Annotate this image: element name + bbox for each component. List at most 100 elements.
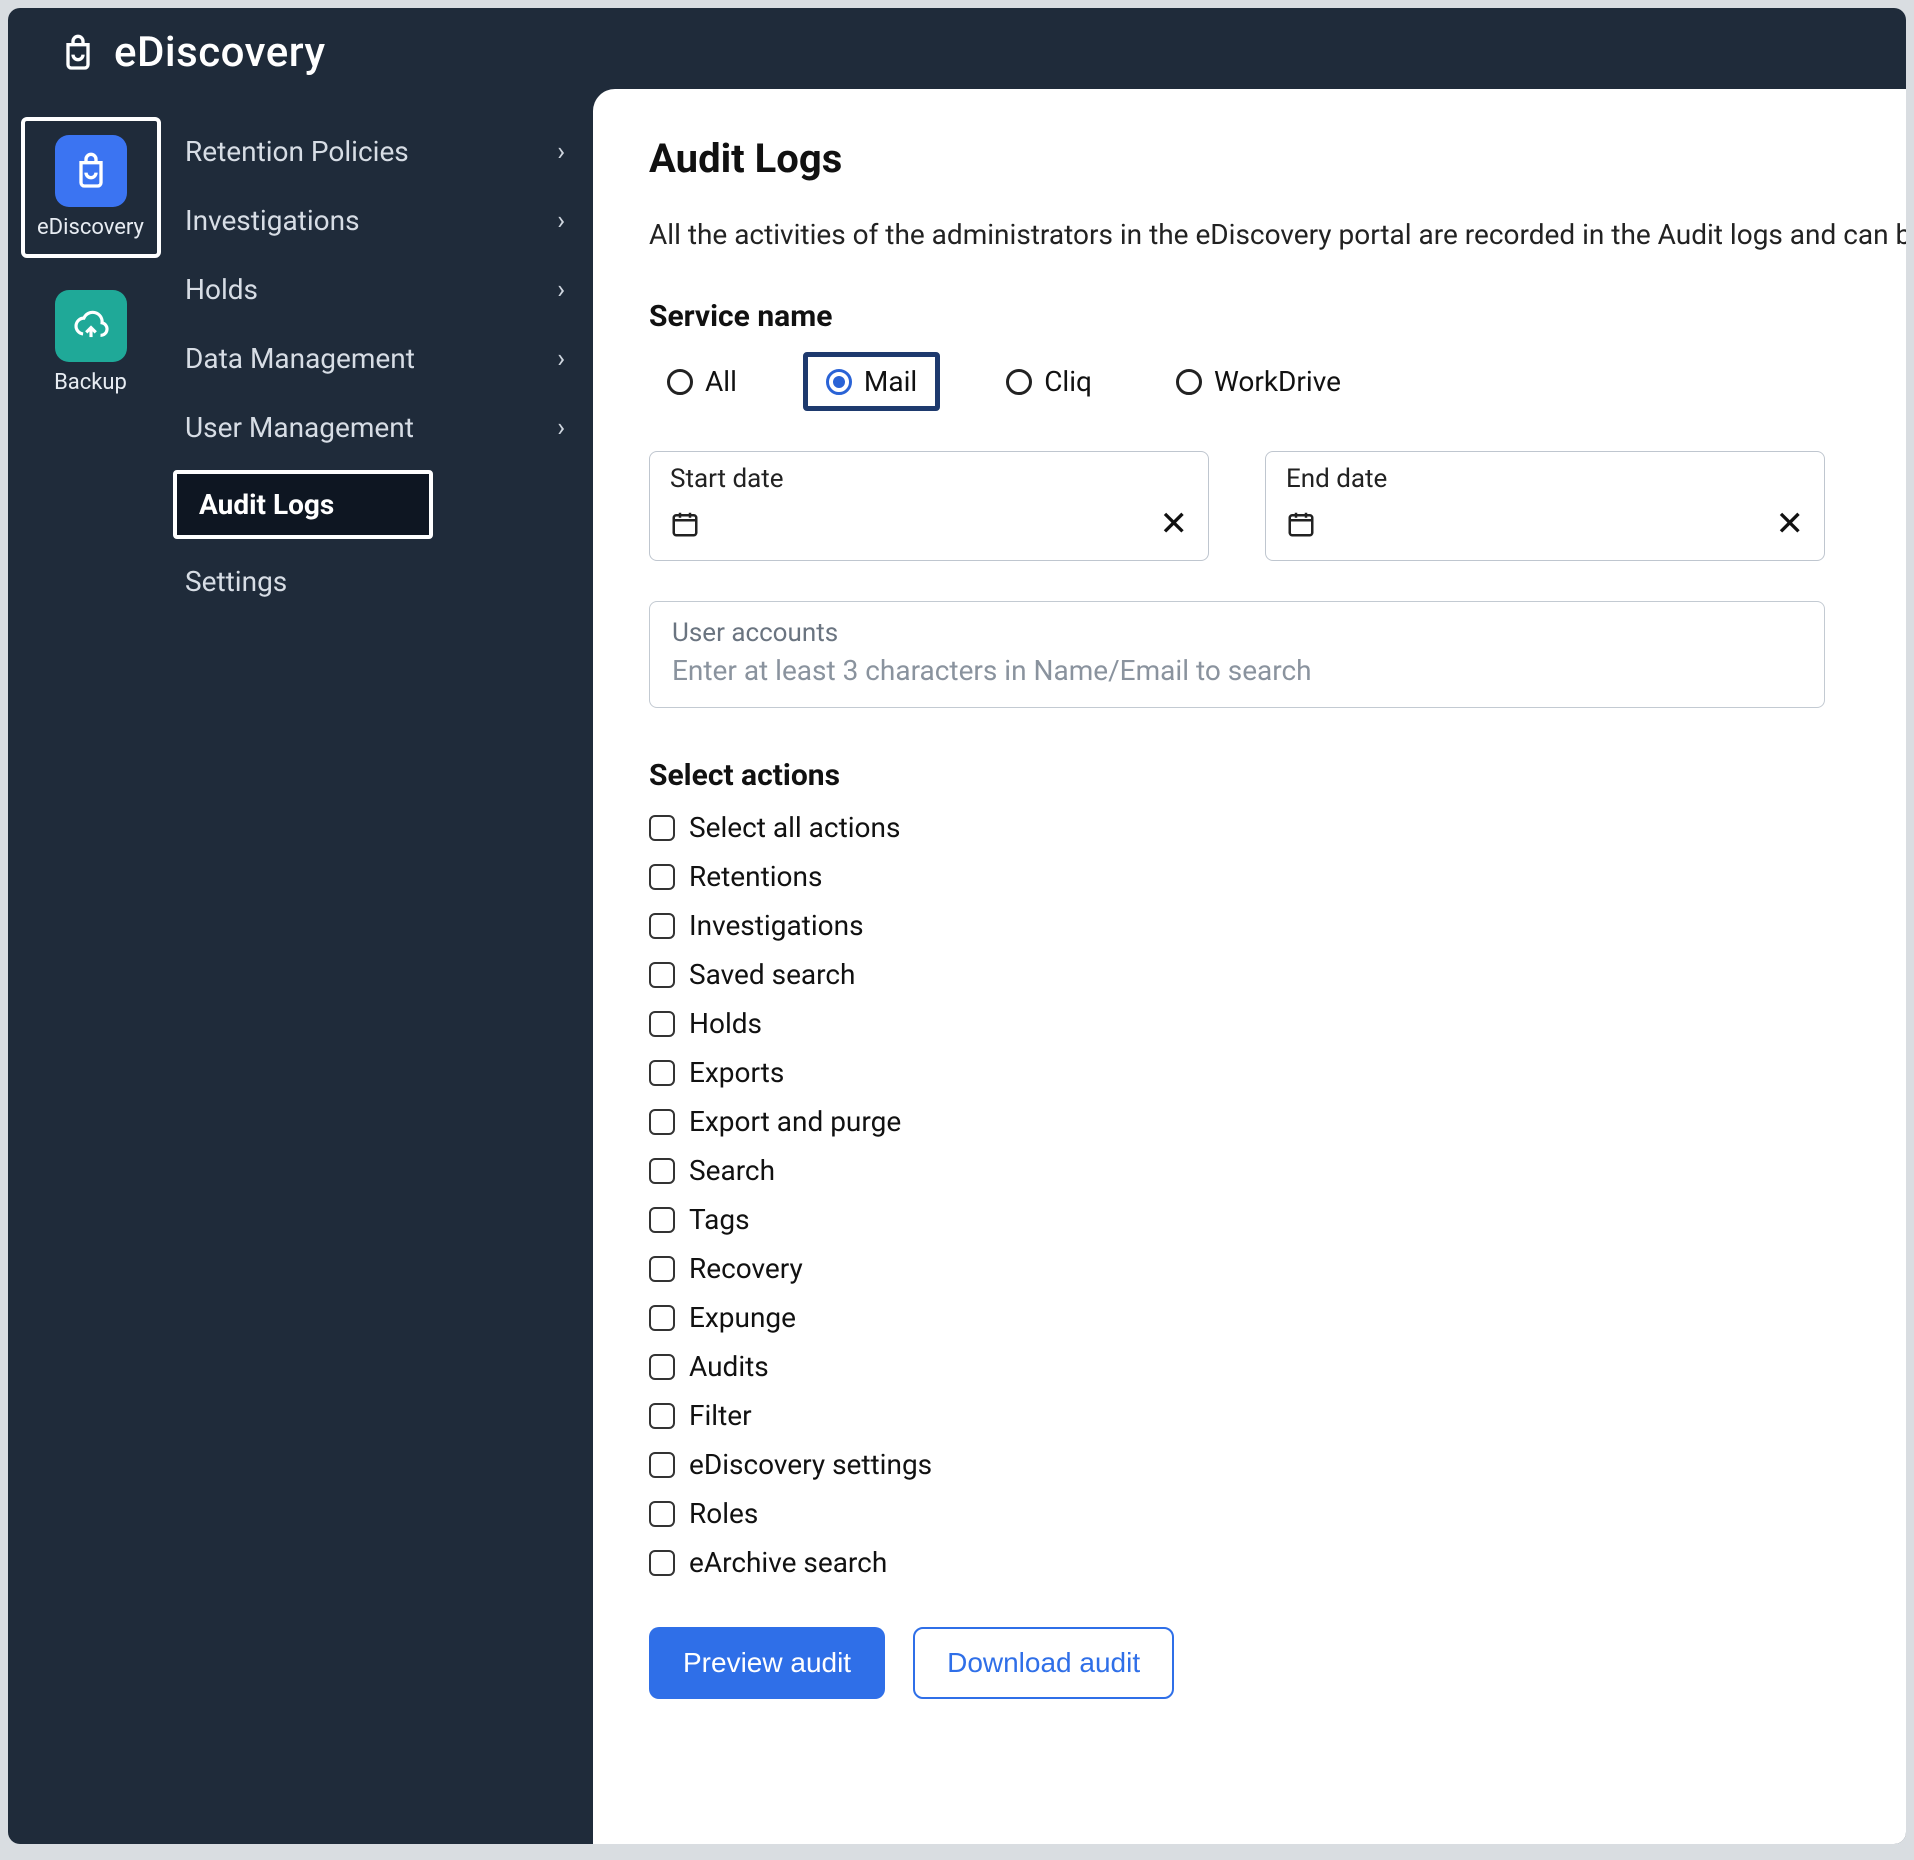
checkbox-icon xyxy=(649,1305,675,1331)
chevron-right-icon: › xyxy=(557,275,565,305)
action-checkbox-retentions[interactable]: Retentions xyxy=(649,860,1906,893)
nav-retention-policies[interactable]: Retention Policies › xyxy=(173,117,593,186)
nav-user-management[interactable]: User Management › xyxy=(173,393,593,462)
chevron-right-icon: › xyxy=(557,137,565,167)
content-panel: Audit Logs All the activities of the adm… xyxy=(593,89,1906,1844)
action-checkbox-holds[interactable]: Holds xyxy=(649,1007,1906,1040)
radio-selected-icon xyxy=(826,369,852,395)
top-header: eDiscovery xyxy=(8,8,1906,89)
nav-holds[interactable]: Holds › xyxy=(173,255,593,324)
user-accounts-placeholder: Enter at least 3 characters in Name/Emai… xyxy=(672,654,1802,687)
start-date-label: Start date xyxy=(670,464,1188,494)
preview-audit-button[interactable]: Preview audit xyxy=(649,1627,885,1699)
action-label: Saved search xyxy=(689,958,855,991)
actions-list: Select all actions Retentions Investigatio… xyxy=(649,811,1906,1579)
calendar-icon[interactable] xyxy=(1286,509,1316,539)
body-row: eDiscovery Backup Retention Policies › I… xyxy=(8,89,1906,1844)
action-checkbox-expunge[interactable]: Expunge xyxy=(649,1301,1906,1334)
action-checkbox-recovery[interactable]: Recovery xyxy=(649,1252,1906,1285)
action-checkbox-earchive-search[interactable]: eArchive search xyxy=(649,1546,1906,1579)
user-accounts-field[interactable]: User accounts Enter at least 3 character… xyxy=(649,601,1825,708)
action-checkbox-filter[interactable]: Filter xyxy=(649,1399,1906,1432)
checkbox-icon xyxy=(649,864,675,890)
button-row: Preview audit Download audit xyxy=(649,1627,1906,1699)
action-label: Export and purge xyxy=(689,1105,901,1138)
action-label: Expunge xyxy=(689,1301,796,1334)
action-label: Audits xyxy=(689,1350,769,1383)
radio-all[interactable]: All xyxy=(649,357,755,406)
nav-settings[interactable]: Settings xyxy=(173,547,593,616)
checkbox-icon xyxy=(649,962,675,988)
app-title: eDiscovery xyxy=(114,28,326,77)
checkbox-icon xyxy=(649,1501,675,1527)
left-rail: eDiscovery Backup xyxy=(8,89,173,1844)
checkbox-icon xyxy=(649,1060,675,1086)
date-range-row: Start date ✕ End date xyxy=(649,451,1906,561)
ediscovery-logo-icon xyxy=(58,33,98,73)
action-label: Filter xyxy=(689,1399,752,1432)
checkbox-icon xyxy=(649,1109,675,1135)
radio-icon xyxy=(1176,369,1202,395)
action-label: Roles xyxy=(689,1497,758,1530)
rail-label-backup: Backup xyxy=(54,370,127,395)
action-checkbox-tags[interactable]: Tags xyxy=(649,1203,1906,1236)
nav-data-management[interactable]: Data Management › xyxy=(173,324,593,393)
rail-label-ediscovery: eDiscovery xyxy=(37,215,144,240)
radio-icon xyxy=(1006,369,1032,395)
radio-workdrive[interactable]: WorkDrive xyxy=(1158,357,1359,406)
download-audit-button[interactable]: Download audit xyxy=(913,1627,1174,1699)
nav-audit-logs[interactable]: Audit Logs xyxy=(173,462,593,547)
select-actions-label: Select actions xyxy=(649,758,1906,793)
action-label: Tags xyxy=(689,1203,750,1236)
end-date-field[interactable]: End date ✕ xyxy=(1265,451,1825,561)
action-label: Search xyxy=(689,1154,775,1187)
chevron-right-icon: › xyxy=(557,344,565,374)
action-checkbox-audits[interactable]: Audits xyxy=(649,1350,1906,1383)
user-accounts-label: User accounts xyxy=(672,618,1802,648)
checkbox-icon xyxy=(649,1011,675,1037)
action-checkbox-ediscovery-settings[interactable]: eDiscovery settings xyxy=(649,1448,1906,1481)
radio-mail[interactable]: Mail xyxy=(803,352,940,411)
action-label: Select all actions xyxy=(689,811,900,844)
rail-item-ediscovery[interactable]: eDiscovery xyxy=(21,117,161,258)
side-nav: Retention Policies › Investigations › Ho… xyxy=(173,89,593,1844)
action-checkbox-select-all-actions[interactable]: Select all actions xyxy=(649,811,1906,844)
action-checkbox-saved-search[interactable]: Saved search xyxy=(649,958,1906,991)
action-checkbox-export-and-purge[interactable]: Export and purge xyxy=(649,1105,1906,1138)
rail-item-backup[interactable]: Backup xyxy=(21,272,161,413)
start-date-field[interactable]: Start date ✕ xyxy=(649,451,1209,561)
action-checkbox-exports[interactable]: Exports xyxy=(649,1056,1906,1089)
radio-cliq[interactable]: Cliq xyxy=(988,357,1110,406)
nav-investigations[interactable]: Investigations › xyxy=(173,186,593,255)
action-label: Exports xyxy=(689,1056,784,1089)
clear-icon[interactable]: ✕ xyxy=(1776,504,1805,544)
checkbox-icon xyxy=(649,1354,675,1380)
page-title: Audit Logs xyxy=(649,135,1906,182)
checkbox-icon xyxy=(649,815,675,841)
chevron-right-icon: › xyxy=(557,206,565,236)
action-label: Holds xyxy=(689,1007,762,1040)
backup-badge-icon xyxy=(55,290,127,362)
action-label: eDiscovery settings xyxy=(689,1448,932,1481)
clear-icon[interactable]: ✕ xyxy=(1160,504,1189,544)
nav-active-highlight: Audit Logs xyxy=(173,470,433,539)
action-label: Recovery xyxy=(689,1252,803,1285)
page-description: All the activities of the administrators… xyxy=(649,218,1906,251)
action-checkbox-search[interactable]: Search xyxy=(649,1154,1906,1187)
checkbox-icon xyxy=(649,1452,675,1478)
service-name-label: Service name xyxy=(649,299,1906,334)
checkbox-icon xyxy=(649,1403,675,1429)
checkbox-icon xyxy=(649,1256,675,1282)
service-radio-group: All Mail Cliq WorkDrive xyxy=(649,352,1906,411)
checkbox-icon xyxy=(649,913,675,939)
action-label: Investigations xyxy=(689,909,864,942)
action-checkbox-roles[interactable]: Roles xyxy=(649,1497,1906,1530)
chevron-right-icon: › xyxy=(557,413,565,443)
radio-icon xyxy=(667,369,693,395)
app-frame: eDiscovery eDiscovery xyxy=(8,8,1906,1844)
action-checkbox-investigations[interactable]: Investigations xyxy=(649,909,1906,942)
action-label: Retentions xyxy=(689,860,822,893)
checkbox-icon xyxy=(649,1550,675,1576)
calendar-icon[interactable] xyxy=(670,509,700,539)
end-date-label: End date xyxy=(1286,464,1804,494)
